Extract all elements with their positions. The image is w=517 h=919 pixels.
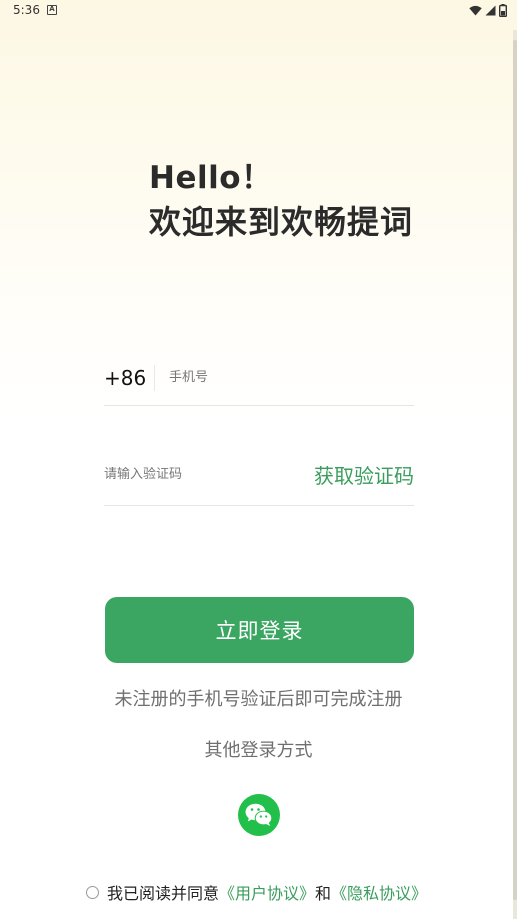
country-code[interactable]: +86 [104, 366, 154, 390]
greeting: Hello！ 欢迎来到欢畅提词 [149, 158, 413, 246]
agreement-and: 和 [315, 884, 332, 903]
wechat-login-button[interactable] [238, 794, 280, 836]
battery-icon [499, 4, 507, 17]
phone-input[interactable] [169, 370, 414, 385]
status-icons [469, 4, 507, 17]
divider [154, 364, 155, 391]
other-login-label: 其他登录方式 [204, 740, 313, 761]
get-code-button[interactable]: 获取验证码 [314, 460, 414, 489]
register-hint: 未注册的手机号验证后即可完成注册 [114, 689, 403, 710]
status-bar: 5:36 A [0, 0, 517, 22]
greeting-hello: Hello！ [149, 160, 273, 196]
phone-row: +86 [104, 350, 414, 406]
wechat-icon [245, 803, 273, 826]
greeting-welcome: 欢迎来到欢畅提词 [149, 203, 414, 241]
notification-icon: A [47, 5, 57, 15]
login-button[interactable]: 立即登录 [105, 597, 414, 663]
agreement-prefix: 我已阅读并同意 [107, 884, 220, 903]
agreement-row: 我已阅读并同意 《用户协议》 和 《隐私协议》 [86, 880, 427, 904]
verification-code-row: 获取验证码 [104, 444, 414, 506]
user-agreement-link[interactable]: 《用户协议》 [219, 880, 315, 904]
agree-radio-button[interactable] [86, 885, 99, 899]
status-time: 5:36 [13, 3, 40, 17]
verification-code-input[interactable] [104, 467, 264, 482]
scrollbar-thumb[interactable] [513, 40, 517, 900]
signal-icon [485, 5, 496, 16]
privacy-policy-link[interactable]: 《隐私协议》 [331, 880, 427, 904]
wifi-icon [469, 5, 482, 16]
